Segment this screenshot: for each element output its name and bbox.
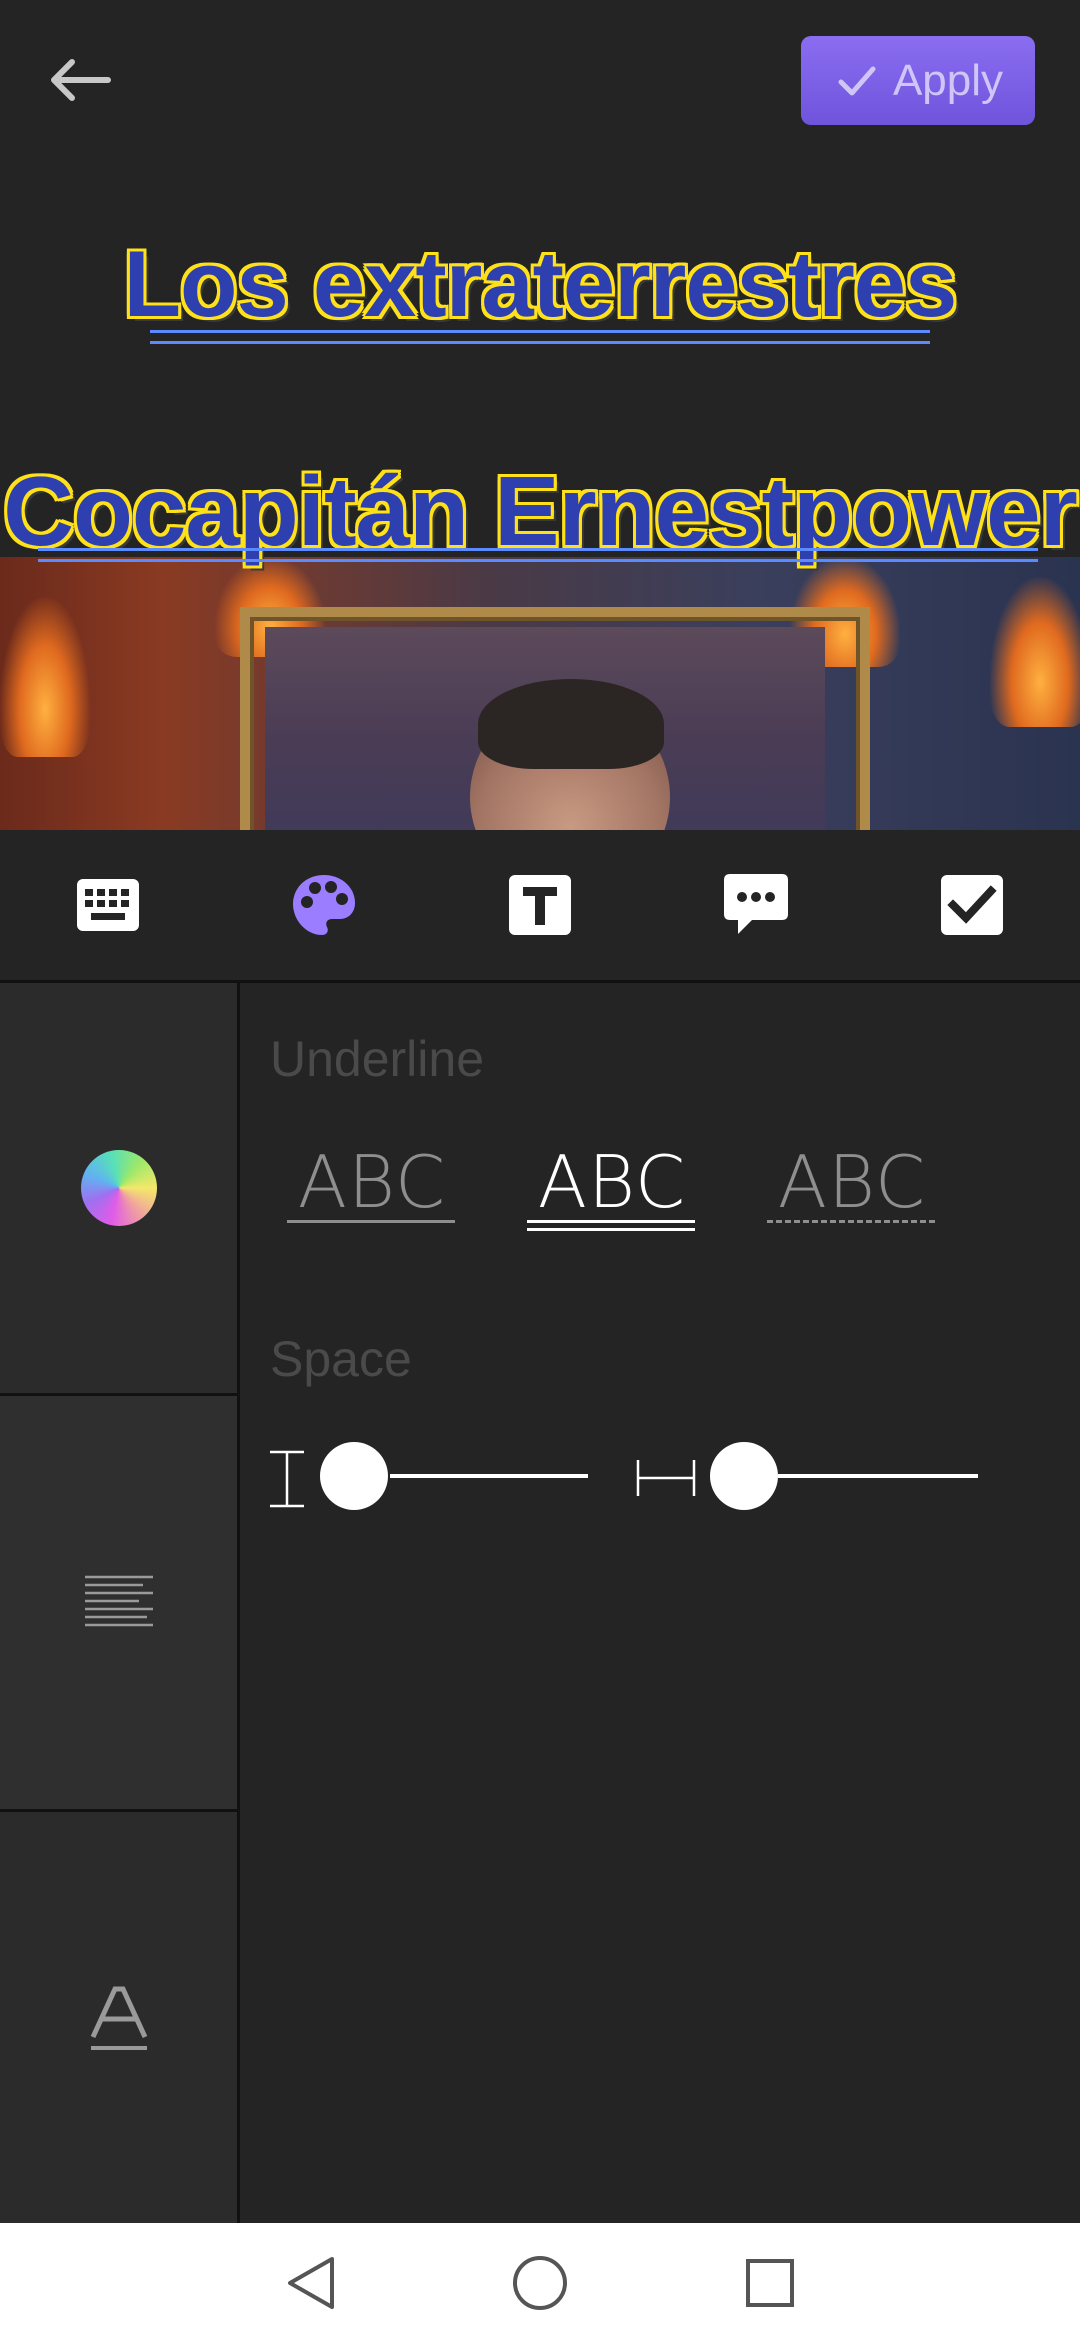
single-underline [287, 1220, 455, 1223]
tool-palette[interactable] [290, 873, 358, 937]
check-icon [838, 66, 876, 95]
speech-bubble-icon [724, 874, 788, 934]
line-spacing-slider-knob[interactable] [320, 1442, 388, 1510]
sidebar-item-underline[interactable] [0, 1812, 237, 2223]
underline-section-label: Underline [270, 1031, 485, 1087]
letter-spacing-icon [636, 1460, 696, 1496]
letter-spacing-track[interactable] [778, 1474, 978, 1478]
sidebar-item-color[interactable] [0, 983, 237, 1396]
palette-icon [293, 875, 355, 935]
color-wheel-icon [80, 1150, 157, 1226]
arrow-left-icon [51, 59, 111, 101]
underline-option-double-text: ABC [537, 1140, 687, 1224]
double-underline-bottom [527, 1228, 695, 1231]
image-preview [0, 557, 1080, 830]
underline-option-single-text: ABC [297, 1140, 447, 1224]
flame-right [990, 577, 1080, 727]
triangle-back-icon [288, 2257, 334, 2309]
line-spacing-icon [270, 1450, 304, 1508]
apply-label: Apply [892, 55, 1004, 105]
checkbox-icon [941, 875, 1003, 935]
double-underline-top [527, 1220, 695, 1223]
text-format-icon [509, 875, 571, 935]
title-line-1[interactable]: Los extraterrestres [0, 230, 1080, 338]
nav-back-button[interactable] [275, 2250, 345, 2316]
title-line-2-underline [38, 548, 1038, 562]
underline-a-icon [90, 1986, 147, 2050]
square-recents-icon [746, 2259, 794, 2307]
keyboard-icon [77, 879, 139, 931]
space-section-label: Space [270, 1331, 412, 1387]
tool-keyboard[interactable] [74, 873, 142, 937]
tool-speech-bubble[interactable] [722, 873, 790, 937]
portrait-hair [478, 679, 664, 769]
apply-button[interactable]: Apply [801, 36, 1035, 125]
flame-left [0, 597, 90, 757]
back-button[interactable] [40, 45, 120, 115]
tool-checkbox[interactable] [938, 873, 1006, 937]
sidebar-item-align[interactable] [0, 1396, 237, 1812]
title-line-1-underline [150, 330, 930, 344]
letter-spacing-slider-knob[interactable] [710, 1442, 778, 1510]
line-spacing-track[interactable] [390, 1474, 588, 1478]
nav-recents-button[interactable] [735, 2250, 805, 2316]
dashed-underline [767, 1220, 935, 1223]
sidebar-divider [237, 983, 240, 2223]
align-lines-icon [84, 1575, 153, 1626]
nav-home-button[interactable] [505, 2250, 575, 2316]
tool-text-format[interactable] [506, 873, 574, 937]
underline-option-dashed-text: ABC [777, 1140, 927, 1224]
circle-home-icon [513, 2256, 567, 2310]
